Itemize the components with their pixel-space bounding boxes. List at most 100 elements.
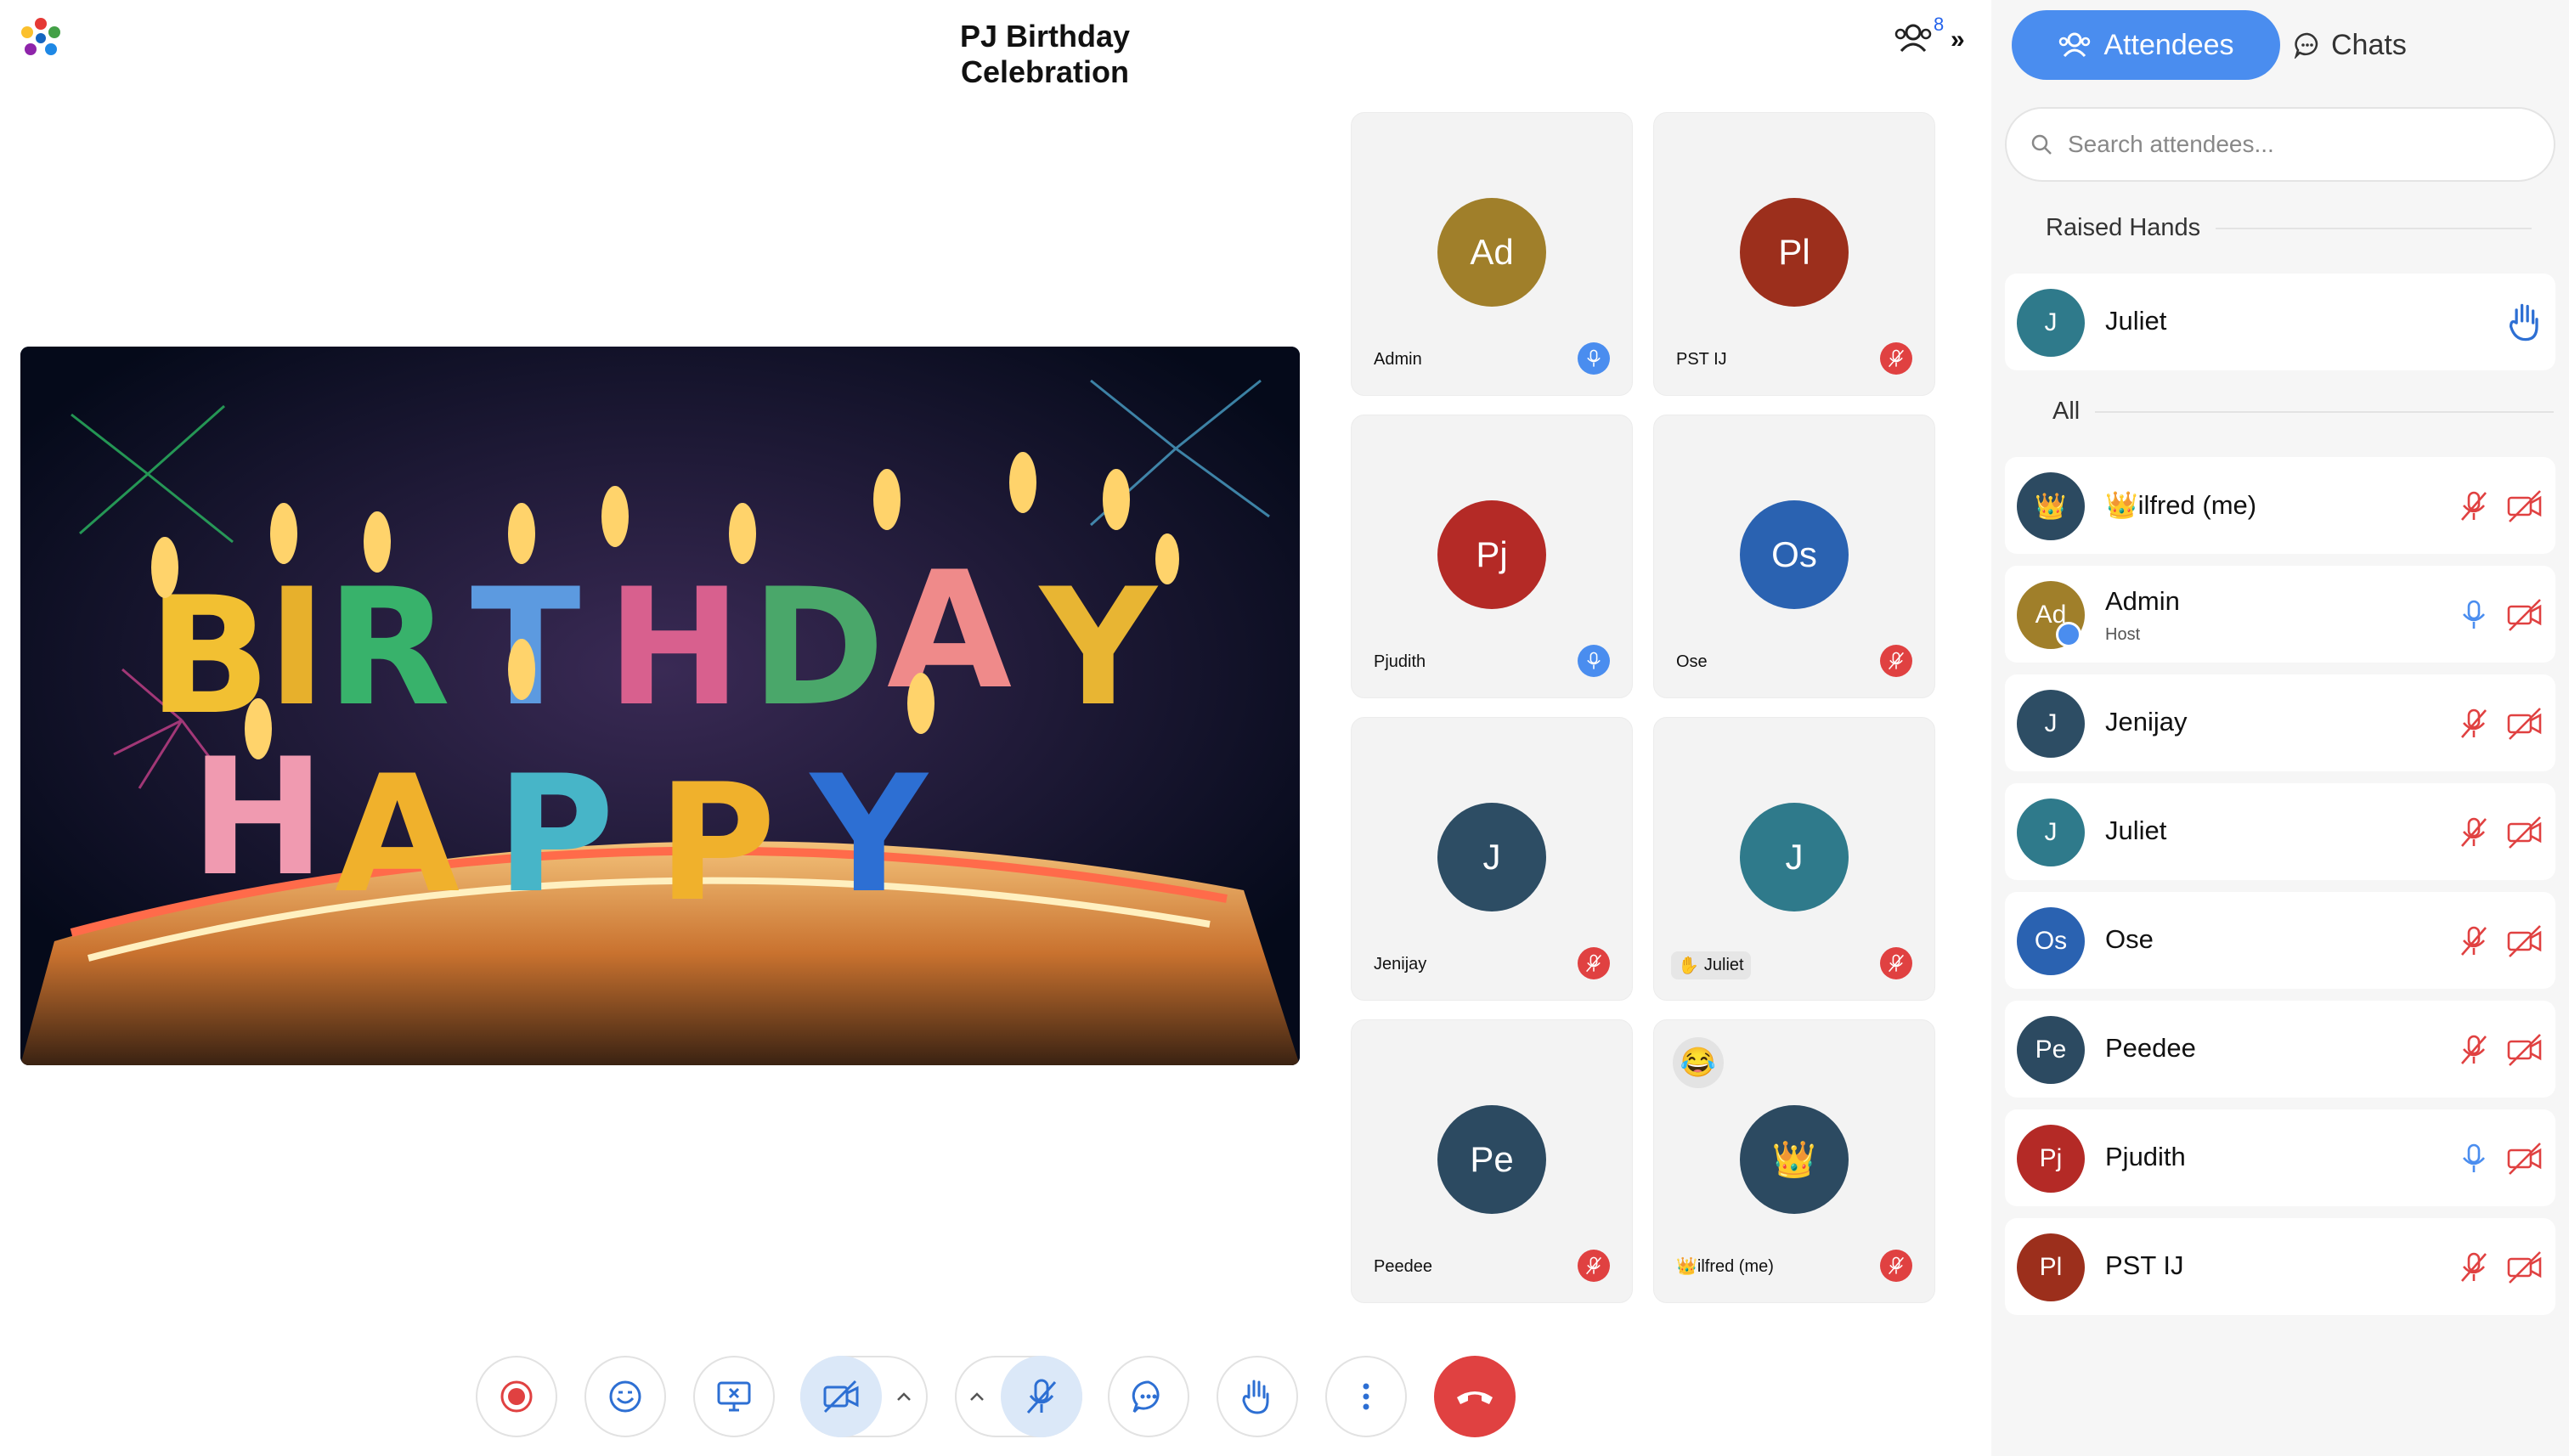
avatar: 👑 bbox=[2017, 472, 2085, 540]
avatar: J bbox=[2017, 690, 2085, 758]
tab-chats[interactable]: Chats bbox=[2294, 10, 2447, 80]
participant-name: Peedee bbox=[1374, 1257, 1432, 1276]
raise-hand-icon bbox=[1242, 1380, 1269, 1414]
avatar: Pe bbox=[2017, 1016, 2085, 1084]
collapse-chevron-icon[interactable]: » bbox=[1951, 25, 1965, 54]
camera-off-icon[interactable] bbox=[2506, 489, 2544, 523]
meeting-screen: PJ Birthday Celebration 8 » B I R H D A … bbox=[0, 0, 2569, 1456]
participant-tile[interactable]: Pj Pjudith bbox=[1351, 415, 1633, 698]
mic-off-icon[interactable] bbox=[2457, 707, 2491, 741]
svg-text:Y: Y bbox=[809, 741, 929, 928]
participant-tile[interactable]: Pe Peedee bbox=[1351, 1019, 1633, 1303]
camera-toggle-button[interactable] bbox=[800, 1356, 882, 1437]
camera-off-icon[interactable] bbox=[2506, 1033, 2544, 1067]
meeting-title: PJ Birthday Celebration bbox=[959, 19, 1131, 89]
attendee-search-field[interactable]: Search attendees... bbox=[2005, 107, 2555, 182]
mic-off-icon bbox=[1880, 1250, 1912, 1282]
camera-off-icon[interactable] bbox=[2506, 1142, 2544, 1176]
attendee-row[interactable]: Pl PST IJ bbox=[2005, 1218, 2555, 1315]
participant-name: Juliet bbox=[1703, 956, 1744, 974]
svg-text:R: R bbox=[326, 554, 450, 742]
mic-off-icon[interactable] bbox=[2457, 489, 2491, 523]
all-label: All bbox=[2052, 398, 2081, 425]
mic-off-icon[interactable] bbox=[2457, 1250, 2491, 1284]
attendee-row[interactable]: Pe Peedee bbox=[2005, 1001, 2555, 1098]
participant-tiles-grid: Ad Admin Pl PST IJ Pj Pjudith Os Ose J J… bbox=[1351, 112, 1939, 1303]
avatar: Pj bbox=[1437, 500, 1546, 609]
more-options-button[interactable] bbox=[1325, 1356, 1407, 1437]
participant-tile[interactable]: J Jenijay bbox=[1351, 717, 1633, 1001]
attendee-name: Juliet bbox=[2105, 815, 2167, 845]
chat-icon bbox=[2294, 32, 2318, 59]
participant-tile[interactable]: Ad Admin bbox=[1351, 112, 1633, 396]
raised-hands-section-header: Raised Hands bbox=[2046, 214, 2532, 242]
avatar: Os bbox=[2017, 907, 2085, 975]
camera-options-chevron-icon[interactable] bbox=[889, 1381, 919, 1412]
tab-chats-label: Chats bbox=[2331, 28, 2407, 61]
host-badge-icon bbox=[2056, 622, 2081, 647]
attendee-row[interactable]: J Jenijay bbox=[2005, 674, 2555, 771]
attendee-name: Ose bbox=[2105, 924, 2154, 954]
attendee-row[interactable]: 👑 👑ilfred (me) bbox=[2005, 457, 2555, 554]
raised-hand-icon[interactable] bbox=[2504, 301, 2547, 343]
avatar: Pj bbox=[2017, 1125, 2085, 1193]
share-screen-icon bbox=[717, 1381, 751, 1412]
participant-name: Admin bbox=[1374, 350, 1422, 369]
mic-off-icon bbox=[1578, 1250, 1610, 1282]
chat-button[interactable] bbox=[1108, 1356, 1189, 1437]
participant-name: Ose bbox=[1676, 652, 1708, 671]
participant-tile[interactable]: J ✋ Juliet bbox=[1653, 717, 1935, 1001]
svg-text:P: P bbox=[496, 741, 614, 928]
app-logo-icon[interactable] bbox=[17, 15, 65, 63]
attendee-row[interactable]: J Juliet bbox=[2005, 783, 2555, 880]
svg-text:P: P bbox=[658, 749, 776, 937]
camera-off-icon[interactable] bbox=[2506, 707, 2544, 741]
svg-text:A: A bbox=[887, 537, 1012, 725]
mic-off-icon bbox=[1578, 947, 1610, 979]
tab-attendees[interactable]: Attendees bbox=[2012, 10, 2280, 80]
camera-off-icon[interactable] bbox=[2506, 598, 2544, 632]
raise-hand-button[interactable] bbox=[1217, 1356, 1298, 1437]
participant-tile[interactable]: 😂 👑 👑ilfred (me) bbox=[1653, 1019, 1935, 1303]
tab-attendees-label: Attendees bbox=[2103, 28, 2234, 61]
camera-off-icon[interactable] bbox=[2506, 1250, 2544, 1284]
mic-options-chevron-icon[interactable] bbox=[962, 1381, 992, 1412]
section-divider bbox=[2216, 227, 2532, 229]
reactions-icon bbox=[609, 1380, 641, 1413]
avatar: J bbox=[2017, 289, 2085, 357]
all-section-header: All bbox=[2052, 398, 2555, 426]
birthday-cake-video: B I R T H D A Y H A P P Y bbox=[20, 347, 1300, 1065]
attendee-row[interactable]: Pj Pjudith bbox=[2005, 1109, 2555, 1206]
avatar: 👑 bbox=[1740, 1105, 1849, 1214]
attendee-role: Host bbox=[2105, 625, 2141, 644]
svg-text:D: D bbox=[751, 554, 885, 742]
participant-tile[interactable]: Pl PST IJ bbox=[1653, 112, 1935, 396]
raised-hand-icon: ✋ bbox=[1678, 957, 1699, 975]
mic-off-icon[interactable] bbox=[2457, 924, 2491, 958]
mic-on-icon[interactable] bbox=[2457, 598, 2491, 632]
share-screen-button[interactable] bbox=[693, 1356, 775, 1437]
end-call-button[interactable] bbox=[1434, 1356, 1516, 1437]
avatar: Pe bbox=[1437, 1105, 1546, 1214]
reactions-button[interactable] bbox=[584, 1356, 666, 1437]
mic-on-icon[interactable] bbox=[2457, 1142, 2491, 1176]
more-icon bbox=[1363, 1383, 1369, 1410]
mic-toggle-button[interactable] bbox=[1001, 1356, 1082, 1437]
shared-video-stage[interactable]: B I R T H D A Y H A P P Y bbox=[20, 347, 1300, 1065]
attendee-name: PST IJ bbox=[2105, 1250, 2184, 1280]
mic-on-icon bbox=[1578, 645, 1610, 677]
participant-name: Pjudith bbox=[1374, 652, 1426, 671]
svg-text:Y: Y bbox=[1038, 554, 1159, 742]
participants-toggle[interactable]: 8 » bbox=[1893, 14, 1969, 61]
avatar: Os bbox=[1740, 500, 1849, 609]
raised-hand-row[interactable]: J Juliet bbox=[2005, 274, 2555, 370]
record-button[interactable] bbox=[476, 1356, 557, 1437]
mic-off-icon[interactable] bbox=[2457, 815, 2491, 849]
camera-off-icon[interactable] bbox=[2506, 924, 2544, 958]
camera-off-icon[interactable] bbox=[2506, 815, 2544, 849]
participant-tile[interactable]: Os Ose bbox=[1653, 415, 1935, 698]
attendee-row[interactable]: Os Ose bbox=[2005, 892, 2555, 989]
mic-off-icon[interactable] bbox=[2457, 1033, 2491, 1067]
attendee-row[interactable]: Ad Admin Host bbox=[2005, 566, 2555, 663]
mic-off-icon bbox=[1880, 947, 1912, 979]
